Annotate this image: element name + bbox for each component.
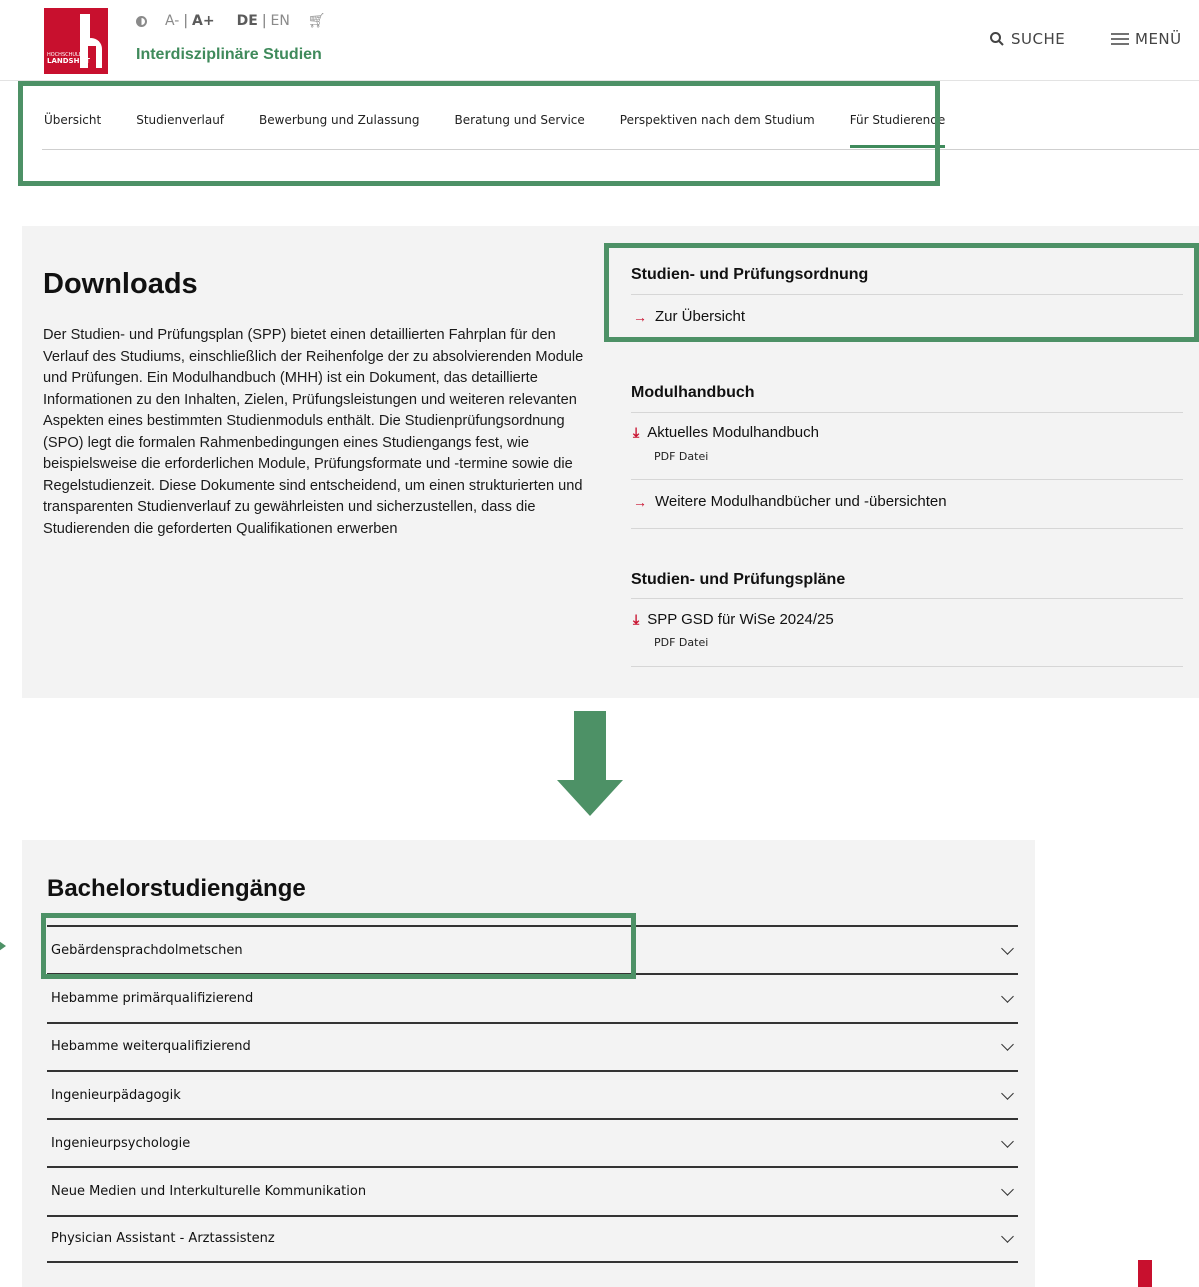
lang-de-button[interactable]: DE	[237, 13, 258, 29]
chevron-down-icon	[1001, 1038, 1014, 1052]
program-list: Gebärdensprachdolmetschen Hebamme primär…	[47, 925, 1018, 1264]
program-item[interactable]: Ingenieurpsychologie	[47, 1118, 1018, 1166]
divider	[631, 528, 1183, 529]
file-type: PDF Datei	[654, 636, 709, 649]
mhh-download-label: Aktuelles Modulhandbuch	[647, 424, 819, 441]
mhh-heading: Modulhandbuch	[631, 384, 755, 401]
spp-download-link[interactable]: ⤓ SPP GSD für WiSe 2024/25	[633, 611, 834, 628]
nav-item-uebersicht[interactable]: Übersicht	[44, 113, 101, 127]
utility-bar: A- | A+ DE | EN 🛒︎	[136, 13, 326, 29]
divider: |	[261, 13, 267, 29]
section-nav: Übersicht Studienverlauf Bewerbung und Z…	[44, 113, 980, 148]
arrow-pointer-icon	[0, 936, 6, 956]
search-label: SUCHE	[1011, 30, 1066, 48]
chevron-down-icon	[1001, 1086, 1014, 1100]
program-label: Hebamme weiterqualifizierend	[51, 1039, 251, 1055]
downloads-title: Downloads	[43, 268, 198, 300]
menu-label: MENÜ	[1135, 30, 1182, 48]
nav-item-bewerbung[interactable]: Bewerbung und Zulassung	[259, 113, 420, 127]
spo-overview-label: Zur Übersicht	[655, 308, 746, 325]
program-label: Ingenieurpädagogik	[51, 1087, 181, 1103]
download-icon: ⤓	[633, 424, 640, 440]
program-item[interactable]: Gebärdensprachdolmetschen	[47, 925, 1018, 973]
hamburger-icon	[1111, 33, 1129, 45]
program-item[interactable]: Hebamme primärqualifizierend	[47, 973, 1018, 1021]
chevron-down-icon	[1001, 990, 1014, 1003]
nav-item-studienverlauf[interactable]: Studienverlauf	[136, 113, 224, 127]
download-icon: ⤓	[633, 611, 640, 627]
arrow-right-icon: →	[633, 308, 647, 325]
nav-item-perspektiven[interactable]: Perspektiven nach dem Studium	[620, 113, 815, 127]
downloads-description: Der Studien- und Prüfungsplan (SPP) biet…	[43, 327, 584, 537]
nav-item-beratung[interactable]: Beratung und Service	[455, 113, 585, 127]
mhh-more-label: Weitere Modulhandbücher und -übersichten	[655, 493, 947, 510]
divider	[631, 598, 1183, 599]
nav-item-fuer-studierende[interactable]: Für Studierende	[849, 113, 945, 148]
chevron-down-icon	[1001, 1230, 1014, 1244]
divider	[631, 479, 1183, 480]
contrast-icon[interactable]	[136, 15, 147, 27]
mhh-more-link[interactable]: → Weitere Modulhandbücher und -übersicht…	[633, 493, 947, 510]
header-divider	[0, 80, 1199, 81]
search-button[interactable]: SUCHE	[989, 30, 1065, 48]
mhh-download-link[interactable]: ⤓ Aktuelles Modulhandbuch	[633, 424, 819, 441]
file-type: PDF Datei	[654, 450, 709, 463]
program-item[interactable]: Ingenieurpädagogik	[47, 1069, 1018, 1118]
program-label: Neue Medien und Interkulturelle Kommunik…	[51, 1184, 367, 1200]
divider	[631, 666, 1183, 667]
font-increase-button[interactable]: A+	[192, 13, 215, 29]
divider	[631, 294, 1183, 295]
chevron-down-icon	[1001, 1183, 1014, 1196]
brand-marker	[1138, 1260, 1152, 1287]
cart-icon[interactable]: 🛒︎	[308, 13, 326, 29]
down-arrow-head	[557, 780, 623, 816]
program-label: Gebärdensprachdolmetschen	[51, 942, 243, 958]
bachelor-title: Bachelorstudiengänge	[47, 875, 306, 902]
spo-overview-link[interactable]: → Zur Übersicht	[633, 308, 745, 325]
program-label: Hebamme primärqualifizierend	[51, 990, 254, 1006]
chevron-down-icon	[1001, 941, 1014, 955]
divider	[631, 412, 1183, 413]
highlight-box-nav	[18, 81, 940, 186]
program-label: Physician Assistant - Arztassistenz	[51, 1231, 275, 1247]
logo-text: HOCHSCHULE LANDSHUT	[47, 52, 90, 65]
program-item[interactable]: Physician Assistant - Arztassistenz	[47, 1214, 1018, 1264]
down-arrow-icon	[574, 711, 606, 781]
nav-divider	[42, 149, 1199, 150]
program-label: Ingenieurpsychologie	[51, 1135, 191, 1151]
search-icon	[990, 32, 1004, 46]
spp-download-label: SPP GSD für WiSe 2024/25	[647, 611, 834, 628]
font-decrease-button[interactable]: A-	[165, 13, 179, 29]
spo-heading: Studien- und Prüfungsordnung	[631, 266, 869, 283]
menu-button[interactable]: MENÜ	[1111, 30, 1182, 48]
lang-en-button[interactable]: EN	[271, 13, 290, 29]
program-item[interactable]: Neue Medien und Interkulturelle Kommunik…	[47, 1166, 1018, 1214]
arrow-right-icon: →	[633, 493, 647, 510]
site-title[interactable]: Interdisziplinäre Studien	[136, 46, 322, 64]
divider: |	[183, 13, 189, 29]
spp-heading: Studien- und Prüfungspläne	[631, 571, 846, 588]
logo[interactable]: HOCHSCHULE LANDSHUT	[44, 8, 108, 74]
program-item[interactable]: Hebamme weiterqualifizierend	[47, 1021, 1018, 1070]
chevron-down-icon	[1001, 1134, 1014, 1148]
